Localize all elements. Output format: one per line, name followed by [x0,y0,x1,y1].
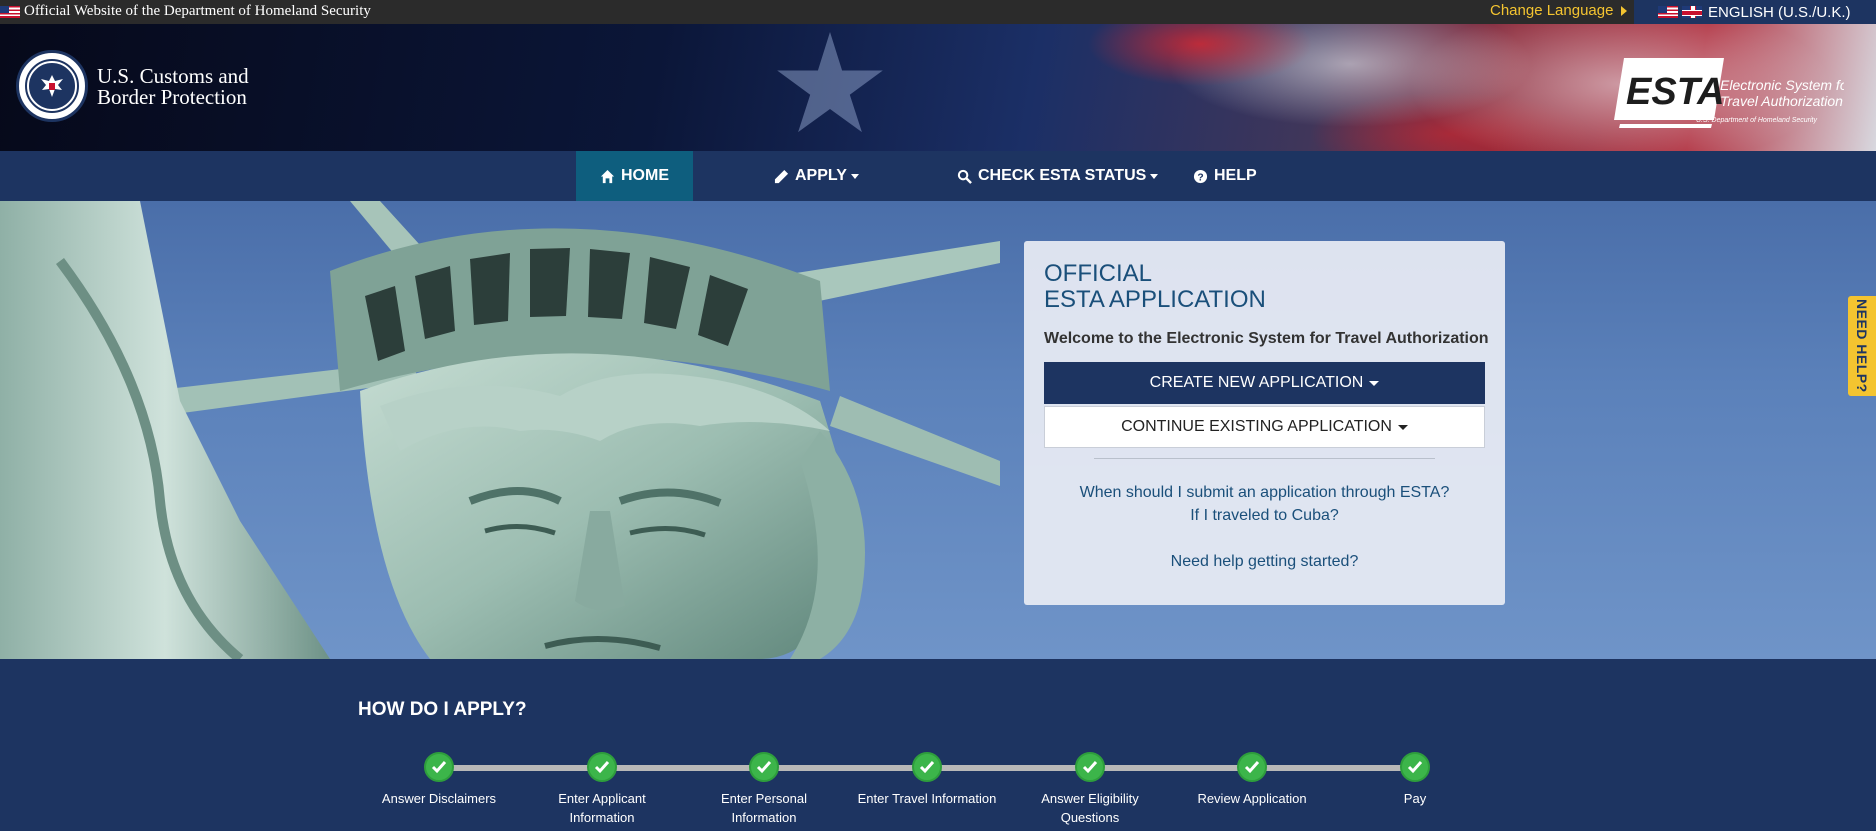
how-do-i-apply-section: HOW DO I APPLY? Answer Disclaimers Enter… [0,659,1876,831]
language-selector[interactable]: ENGLISH (U.S./U.K.) [1634,0,1876,24]
step-enter-travel-information: Enter Travel Information [845,752,1009,808]
panel-title-line1: OFFICIAL [1044,260,1153,287]
esta-logo-line1: Electronic System for [1720,77,1844,93]
official-website-notice: Official Website of the Department of Ho… [0,3,371,20]
nav-item-label: HELP [1214,167,1257,184]
step-answer-eligibility-questions: Answer Eligibility Questions [1008,752,1172,827]
nav-item-check-esta-status[interactable]: CHECK ESTA STATUS [957,151,1159,201]
check-icon [1400,752,1430,782]
step-label: Enter Personal Information [721,791,807,825]
step-label: Enter Travel Information [857,791,997,806]
check-icon [1237,752,1267,782]
search-icon [957,169,972,184]
question-circle-icon: ? [1193,169,1208,183]
step-label: Enter Applicant Information [558,791,646,825]
step-label: Pay [1403,791,1427,806]
step-pay: Pay [1333,752,1497,808]
section-title: HOW DO I APPLY? [358,699,527,720]
site-header: U.S. Customs and Border Protection ESTA … [0,24,1876,151]
dhs-seal-logo[interactable] [16,50,88,122]
caret-down-icon [1369,380,1380,386]
esta-logo[interactable]: ESTA Electronic System for Travel Author… [1614,52,1844,132]
caret-down-icon [850,173,859,179]
traveled-to-cuba-link[interactable]: If I traveled to Cuba? [1024,507,1505,525]
nav-item-apply[interactable]: APPLY [774,151,859,201]
panel-divider [1094,458,1435,459]
eagle-icon [25,59,79,113]
agency-name[interactable]: U.S. Customs and Border Protection [97,66,249,108]
step-label: Answer Eligibility Questions [1041,791,1139,825]
agency-name-line1: U.S. Customs and [97,64,249,88]
change-language-link[interactable]: Change Language [1490,2,1628,19]
create-new-application-button[interactable]: CREATE NEW APPLICATION [1044,362,1485,404]
create-new-application-label: CREATE NEW APPLICATION [1149,374,1364,391]
check-icon [1075,752,1105,782]
us-flag-icon [0,5,20,18]
step-enter-personal-information: Enter Personal Information [682,752,846,827]
pencil-icon [774,169,789,183]
hero-banner [0,201,1876,659]
panel-title: OFFICIAL ESTA APPLICATION [1044,261,1266,313]
need-help-getting-started-link[interactable]: Need help getting started? [1024,553,1505,571]
official-esta-application-panel: OFFICIAL ESTA APPLICATION Welcome to the… [1024,241,1505,605]
step-answer-disclaimers: Answer Disclaimers [357,752,521,808]
caret-right-icon [1621,6,1628,17]
welcome-text: Welcome to the Electronic System for Tra… [1044,330,1489,347]
top-utility-bar: Official Website of the Department of Ho… [0,0,1876,24]
nav-item-label: APPLY [795,167,847,184]
main-navigation: HOME APPLY CHECK ESTA STATUS ? HELP [0,151,1876,201]
caret-down-icon [1397,424,1408,430]
esta-logo-word: ESTA [1626,71,1725,113]
home-icon [600,169,615,183]
when-to-submit-link[interactable]: When should I submit an application thro… [1024,484,1505,502]
official-website-text: Official Website of the Department of Ho… [24,3,371,19]
caret-down-icon [1150,173,1159,179]
esta-logo-line2: Travel Authorization [1720,93,1843,109]
step-review-application: Review Application [1170,752,1334,808]
continue-existing-application-button[interactable]: CONTINUE EXISTING APPLICATION [1044,406,1485,448]
agency-name-line2: Border Protection [97,85,247,109]
statue-of-liberty-image [0,201,1000,659]
nav-item-help[interactable]: ? HELP [1193,151,1257,201]
svg-text:?: ? [1197,172,1203,183]
esta-logo-line3: U.S. Department of Homeland Security [1696,117,1817,124]
need-help-tab[interactable]: NEED HELP? [1848,296,1876,396]
flag-star-decoration [777,32,883,133]
nav-item-label: CHECK ESTA STATUS [978,167,1147,184]
check-icon [587,752,617,782]
check-icon [424,752,454,782]
change-language-label: Change Language [1490,2,1614,19]
nav-item-label: HOME [621,167,669,184]
current-language: ENGLISH (U.S./U.K.) [1708,3,1851,21]
step-label: Answer Disclaimers [381,791,497,806]
us-flag-icon [1658,6,1678,18]
continue-existing-application-label: CONTINUE EXISTING APPLICATION [1121,418,1392,435]
check-icon [912,752,942,782]
nav-item-home[interactable]: HOME [576,151,693,201]
check-icon [749,752,779,782]
uk-flag-icon [1682,6,1702,18]
step-enter-applicant-information: Enter Applicant Information [520,752,684,827]
panel-title-line2: ESTA APPLICATION [1044,286,1266,313]
step-label: Review Application [1197,791,1307,806]
